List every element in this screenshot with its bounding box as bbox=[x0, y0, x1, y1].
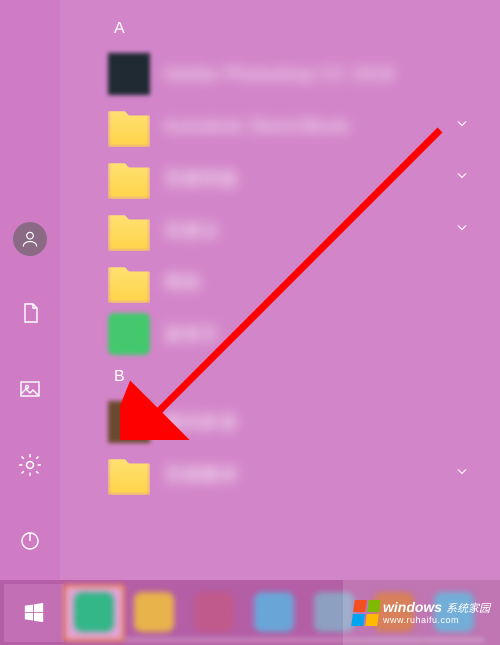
start-button[interactable] bbox=[4, 584, 64, 642]
chevron-down-icon bbox=[454, 464, 470, 485]
app-label: 百度网盘 bbox=[164, 165, 238, 191]
windows-logo-icon bbox=[351, 600, 381, 626]
pictures-button[interactable] bbox=[11, 370, 49, 408]
app-label: 百度云 bbox=[164, 217, 220, 243]
app-label: 爱奇艺 bbox=[164, 321, 220, 347]
folder-icon bbox=[108, 261, 150, 303]
app-item[interactable]: Autodesk SketchBook bbox=[78, 100, 500, 152]
app-item[interactable]: 百度翻译 bbox=[78, 448, 500, 500]
start-menu: A Adobe Photoshop CC 2018 Autodesk Sketc… bbox=[0, 0, 500, 580]
all-apps-list[interactable]: A Adobe Photoshop CC 2018 Autodesk Sketc… bbox=[60, 0, 500, 580]
start-side-rail bbox=[0, 0, 60, 580]
app-item[interactable]: 百度云 bbox=[78, 204, 500, 256]
taskbar-app[interactable] bbox=[184, 585, 244, 641]
app-icon bbox=[108, 313, 150, 355]
app-label: 暴风影音 bbox=[164, 409, 238, 435]
app-item[interactable]: 暴风影音 bbox=[78, 396, 500, 448]
document-icon bbox=[18, 301, 42, 325]
documents-button[interactable] bbox=[11, 294, 49, 332]
taskbar-app[interactable] bbox=[244, 585, 304, 641]
taskbar-app[interactable] bbox=[64, 585, 124, 641]
app-icon bbox=[108, 401, 150, 443]
gear-icon bbox=[17, 452, 43, 478]
app-label: Autodesk SketchBook bbox=[164, 116, 350, 137]
chevron-down-icon bbox=[454, 116, 470, 137]
windows-logo-icon bbox=[23, 602, 45, 624]
app-item[interactable]: 爱奇艺 bbox=[78, 308, 500, 360]
power-button[interactable] bbox=[11, 522, 49, 560]
app-label: 百度翻译 bbox=[164, 461, 238, 487]
app-item[interactable]: 百度网盘 bbox=[78, 152, 500, 204]
app-label: Adobe Photoshop CC 2018 bbox=[164, 64, 395, 85]
folder-icon bbox=[108, 453, 150, 495]
power-icon bbox=[18, 529, 42, 553]
watermark-url: www.ruhaifu.com bbox=[383, 616, 490, 625]
section-header-a[interactable]: A bbox=[78, 12, 500, 48]
watermark-text: windows bbox=[383, 599, 442, 615]
picture-icon bbox=[18, 377, 42, 401]
app-label: 帮助 bbox=[164, 269, 201, 295]
folder-icon bbox=[108, 209, 150, 251]
watermark: windows 系统家园 www.ruhaifu.com bbox=[343, 580, 500, 645]
section-header-b[interactable]: B bbox=[78, 360, 500, 396]
user-icon bbox=[20, 229, 40, 249]
chevron-down-icon bbox=[454, 168, 470, 189]
folder-icon bbox=[108, 157, 150, 199]
watermark-text: 系统家园 bbox=[446, 603, 490, 615]
app-icon bbox=[108, 53, 150, 95]
user-account-button[interactable] bbox=[13, 222, 47, 256]
app-item[interactable]: 帮助 bbox=[78, 256, 500, 308]
taskbar-app[interactable] bbox=[124, 585, 184, 641]
chevron-down-icon bbox=[454, 220, 470, 241]
folder-icon bbox=[108, 105, 150, 147]
app-item[interactable]: Adobe Photoshop CC 2018 bbox=[78, 48, 500, 100]
settings-button[interactable] bbox=[11, 446, 49, 484]
